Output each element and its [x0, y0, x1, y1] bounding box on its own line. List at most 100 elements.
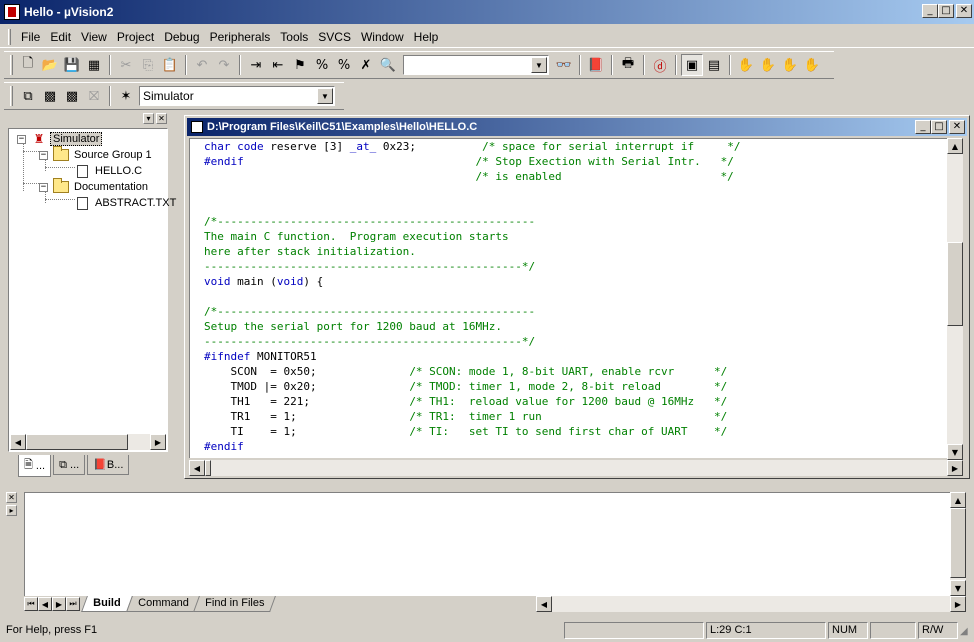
save-icon[interactable]: 💾: [61, 54, 83, 76]
code-line[interactable]: #endif /* Stop Exection with Serial Intr…: [204, 154, 734, 169]
new-file-icon[interactable]: 🗋: [17, 54, 39, 76]
menu-svcs[interactable]: SVCS: [313, 28, 356, 46]
output-window-icon[interactable]: ▤: [703, 54, 725, 76]
scroll-down-icon[interactable]: ▼: [950, 580, 966, 596]
code-line[interactable]: /* is enabled */: [204, 169, 734, 184]
title-bar[interactable]: Hello - µVision2 _ □ ✕: [0, 0, 974, 24]
scroll-thumb[interactable]: [205, 460, 211, 476]
workspace-close-icon[interactable]: ✕: [156, 113, 167, 124]
debug-session-icon[interactable]: ⓓ: [649, 54, 671, 76]
output-tab-build[interactable]: Build: [81, 596, 133, 612]
chevron-down-icon[interactable]: ▼: [531, 57, 547, 73]
code-line[interactable]: SCON = 0x50; /* SCON: mode 1, 8-bit UART…: [204, 364, 727, 379]
scroll-thumb[interactable]: [947, 242, 963, 326]
code-line[interactable]: #endif: [204, 439, 244, 454]
code-line[interactable]: Setup the serial port for 1200 baud at 1…: [204, 319, 502, 334]
menu-tools[interactable]: Tools: [275, 28, 313, 46]
maximize-button[interactable]: □: [938, 4, 954, 18]
print-icon[interactable]: 🖶: [617, 54, 639, 76]
redo-icon[interactable]: ↷: [213, 54, 235, 76]
menu-peripherals[interactable]: Peripherals: [205, 28, 276, 46]
books-icon[interactable]: 📕: [585, 54, 607, 76]
collapse-icon[interactable]: −: [39, 150, 48, 160]
scroll-down-icon[interactable]: ▼: [947, 444, 963, 460]
close-button[interactable]: ✕: [956, 4, 972, 18]
code-line[interactable]: TMOD |= 0x20; /* TMOD: timer 1, mode 2, …: [204, 379, 727, 394]
breakpoint-kill-icon[interactable]: ✋: [757, 54, 779, 76]
document-icon[interactable]: [191, 121, 203, 133]
scroll-up-icon[interactable]: ▲: [950, 492, 966, 508]
collapse-icon[interactable]: −: [17, 134, 26, 144]
workspace-pin-icon[interactable]: ▾: [143, 113, 154, 124]
tab-regs[interactable]: ⧉ ...: [53, 455, 86, 475]
scroll-right-icon[interactable]: ▶: [947, 460, 963, 476]
chevron-down-icon[interactable]: ▼: [317, 88, 333, 104]
output-horizontal-scrollbar[interactable]: ◀ ▶: [536, 596, 966, 612]
tab-next-icon[interactable]: ▶: [52, 597, 66, 611]
scroll-left-icon[interactable]: ◀: [189, 460, 205, 476]
tree-horizontal-scrollbar[interactable]: ◀ ▶: [10, 434, 166, 450]
tab-files[interactable]: 🗎 ...: [18, 455, 52, 477]
toolbar-grip[interactable]: [10, 55, 13, 75]
copy-icon[interactable]: ⎘: [137, 54, 159, 76]
menu-edit[interactable]: Edit: [45, 28, 76, 46]
tab-books[interactable]: 📕 B...: [87, 455, 130, 475]
save-all-icon[interactable]: ▦: [83, 54, 105, 76]
tree-item-target[interactable]: − ♜ Simulator: [17, 131, 103, 147]
app-icon[interactable]: [4, 4, 20, 20]
editor-vertical-scrollbar[interactable]: ▲ ▼: [947, 138, 963, 460]
output-text-area[interactable]: [24, 492, 950, 596]
rebuild-all-icon[interactable]: ▩: [61, 85, 83, 107]
output-tab-command[interactable]: Command: [125, 596, 201, 612]
indent-icon[interactable]: ⇥: [245, 54, 267, 76]
output-tab-find-in-files[interactable]: Find in Files: [193, 596, 277, 612]
editor-maximize-button[interactable]: □: [931, 120, 947, 134]
tab-first-icon[interactable]: ⏮: [24, 597, 38, 611]
editor-minimize-button[interactable]: _: [915, 120, 931, 134]
target-select[interactable]: Simulator ▼: [139, 86, 335, 106]
bookmark-toggle-icon[interactable]: ⚑: [289, 54, 311, 76]
tree-item-source-group[interactable]: − Source Group 1: [39, 146, 154, 163]
code-line[interactable]: ----------------------------------------…: [204, 334, 535, 349]
scroll-thumb[interactable]: [26, 434, 128, 450]
output-close-icon[interactable]: ✕: [6, 492, 17, 503]
toolbar-grip[interactable]: [10, 86, 13, 106]
build-target-icon[interactable]: ▩: [39, 85, 61, 107]
scroll-left-icon[interactable]: ◀: [10, 434, 26, 450]
translate-icon[interactable]: ⧉: [17, 85, 39, 107]
tree-item-file[interactable]: ABSTRACT.TXT: [75, 195, 178, 211]
code-line[interactable]: TR1 = 1; /* TR1: timer 1 run */: [204, 409, 727, 424]
output-pin-icon[interactable]: ▸: [6, 505, 17, 516]
code-line[interactable]: TH1 = 221; /* TH1: reload value for 1200…: [204, 394, 727, 409]
tree-item-file[interactable]: HELLO.C: [75, 163, 144, 179]
scroll-right-icon[interactable]: ▶: [150, 434, 166, 450]
menu-window[interactable]: Window: [356, 28, 409, 46]
scroll-up-icon[interactable]: ▲: [947, 138, 963, 154]
project-tree[interactable]: − ♜ Simulator − Source Group 1 HELLO.C −…: [8, 128, 176, 452]
code-line[interactable]: TI = 1; /* TI: set TI to send first char…: [204, 424, 727, 439]
bookmark-clear-icon[interactable]: ✗: [355, 54, 377, 76]
code-line[interactable]: /*--------------------------------------…: [204, 214, 535, 229]
editor-title-bar[interactable]: D:\Program Files\Keil\C51\Examples\Hello…: [187, 118, 967, 136]
collapse-icon[interactable]: −: [39, 182, 48, 192]
code-line[interactable]: The main C function. Program execution s…: [204, 229, 509, 244]
breakpoint-enable-icon[interactable]: ✋: [779, 54, 801, 76]
unindent-icon[interactable]: ⇤: [267, 54, 289, 76]
output-vertical-scrollbar[interactable]: ▲ ▼: [950, 492, 966, 596]
tab-last-icon[interactable]: ⏭: [66, 597, 80, 611]
editor-horizontal-scrollbar[interactable]: ◀ ▶: [189, 460, 963, 476]
code-line[interactable]: #ifndef MONITOR51: [204, 349, 317, 364]
minimize-button[interactable]: _: [922, 4, 938, 18]
scroll-thumb[interactable]: [950, 508, 966, 578]
menu-debug[interactable]: Debug: [159, 28, 204, 46]
menu-grip[interactable]: [8, 28, 11, 45]
paste-icon[interactable]: 📋: [159, 54, 181, 76]
search-combo[interactable]: ▼: [403, 55, 549, 75]
scroll-left-icon[interactable]: ◀: [536, 596, 552, 612]
target-options-icon[interactable]: ✶: [115, 85, 137, 107]
find-in-files-icon[interactable]: 🔍: [377, 54, 399, 76]
tab-prev-icon[interactable]: ◀: [38, 597, 52, 611]
breakpoint-kill-all-icon[interactable]: ✋: [801, 54, 823, 76]
scroll-right-icon[interactable]: ▶: [950, 596, 966, 612]
code-editor[interactable]: char code reserve [3] _at_ 0x23; /* spac…: [189, 138, 947, 458]
